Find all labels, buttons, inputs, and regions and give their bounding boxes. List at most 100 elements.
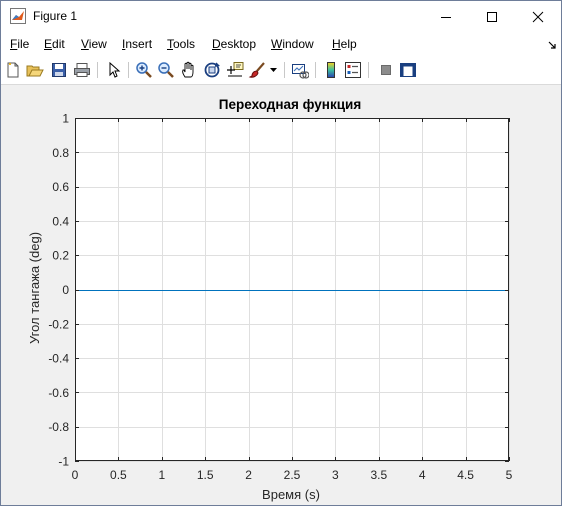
y-tick-labels: 1 0.8 0.6 0.4 0.2 0 -0.2 -0.4 -0.6 -0.8 -1: [48, 112, 69, 469]
save-icon: [52, 63, 66, 77]
legend-icon: [345, 62, 361, 78]
y-tick-label: -0.8: [48, 420, 69, 434]
x-tick-label: 1.5: [197, 468, 214, 482]
colorbar-icon: [327, 62, 335, 78]
insert-colorbar-button[interactable]: [321, 60, 341, 80]
matlab-app-icon: [10, 8, 26, 24]
menu-desktop-mnemonic: D: [212, 37, 221, 51]
x-tick-label: 0.5: [110, 468, 127, 482]
y-tick-label: -0.6: [48, 386, 69, 400]
link-plot-button[interactable]: [290, 60, 310, 80]
maximize-button[interactable]: [469, 1, 515, 32]
menu-view-label: iew: [88, 37, 107, 51]
window-title: Figure 1: [33, 9, 78, 23]
y-tick-label: 0.4: [52, 214, 69, 228]
hide-plot-tools-button[interactable]: [376, 60, 396, 80]
y-tick-label: -1: [58, 455, 69, 469]
menu-file[interactable]: File: [10, 37, 29, 51]
zoom-out-button[interactable]: [156, 60, 176, 80]
plot-title: Переходная функция: [219, 97, 361, 112]
menu-insert-label: nsert: [125, 37, 153, 51]
menu-help[interactable]: Help: [332, 37, 357, 51]
y-tick-label: 1: [62, 112, 69, 126]
x-tick-label: 3: [332, 468, 339, 482]
minimize-icon: [441, 16, 451, 18]
open-file-icon: [26, 65, 44, 77]
x-tick-labels: 0 0.5 1 1.5 2 2.5 3 3.5 4 4.5 5: [72, 468, 513, 482]
menu-window[interactable]: Window: [271, 37, 314, 51]
menu-window-label: indow: [282, 37, 314, 51]
save-button[interactable]: [49, 60, 69, 80]
menu-tools[interactable]: Tools: [167, 37, 195, 51]
new-figure-icon: [7, 62, 19, 78]
menu-desktop-label: esktop: [220, 37, 257, 51]
zoom-in-button[interactable]: [134, 60, 154, 80]
y-tick-label: 0.6: [52, 180, 69, 194]
new-figure-button[interactable]: [3, 60, 23, 80]
toolbar-separator: [128, 62, 129, 78]
x-tick-label: 0: [72, 468, 79, 482]
x-tick-label: 2.5: [284, 468, 301, 482]
y-tick-label: -0.4: [48, 352, 69, 366]
plot-svg[interactable]: Переходная функция 0 0.5 1 1.5 2 2.5 3 3.5 4 4.5 5…: [1, 85, 561, 505]
menu-insert[interactable]: Insert: [122, 37, 152, 51]
brush-button[interactable]: [247, 60, 267, 80]
brush-dropdown[interactable]: [267, 60, 279, 80]
menu-edit-mnemonic: E: [44, 37, 53, 51]
data-cursor-button[interactable]: [225, 60, 245, 80]
print-button[interactable]: [72, 60, 92, 80]
menu-file-label: ile: [17, 37, 30, 51]
show-plot-tools-button[interactable]: [398, 60, 418, 80]
brush-icon: [248, 62, 265, 78]
menu-bar: File Edit View Insert Tools Desktop Wind…: [1, 32, 561, 56]
maximize-icon: [487, 11, 497, 22]
x-tick-label: 5: [506, 468, 513, 482]
chevron-down-icon: [269, 67, 277, 72]
toolbar-separator: [284, 62, 285, 78]
menu-help-label: elp: [340, 37, 357, 51]
x-tick-label: 1: [158, 468, 165, 482]
menu-view[interactable]: View: [81, 37, 107, 51]
menu-edit[interactable]: Edit: [44, 37, 65, 51]
insert-legend-button[interactable]: [343, 60, 363, 80]
zoom-in-icon: [136, 62, 152, 78]
x-tick-label: 2: [245, 468, 252, 482]
edit-plot-button[interactable]: [104, 60, 124, 80]
menu-window-mnemonic: W: [271, 37, 283, 51]
x-axis-label: Время (s): [262, 487, 320, 502]
x-tick-label: 4.5: [457, 468, 474, 482]
rotate-3d-icon: [204, 62, 220, 78]
pan-button[interactable]: [179, 60, 199, 80]
zoom-out-icon: [158, 62, 174, 78]
open-file-button[interactable]: [25, 60, 45, 80]
menu-desktop[interactable]: Desktop: [212, 37, 256, 51]
toolbar-separator: [315, 62, 316, 78]
figure-canvas[interactable]: Переходная функция 0 0.5 1 1.5 2 2.5 3 3.5 4 4.5 5…: [1, 85, 561, 505]
close-icon: [532, 11, 544, 22]
print-icon: [74, 63, 90, 77]
figure-toolbar: [1, 56, 561, 85]
y-tick-label: 0: [62, 283, 69, 297]
y-tick-label: 0.2: [52, 249, 69, 263]
rotate-3d-button[interactable]: [202, 60, 222, 80]
x-tick-label: 3.5: [370, 468, 387, 482]
menu-view-mnemonic: V: [81, 37, 89, 51]
minimize-button[interactable]: [423, 1, 469, 32]
menu-help-mnemonic: H: [332, 37, 341, 51]
x-tick-label: 4: [419, 468, 426, 482]
menu-tools-label: ools: [173, 37, 196, 51]
y-tick-label: 0.8: [52, 146, 69, 160]
y-axis-label: Угол тангажа (deg): [27, 232, 42, 344]
figure-window: Figure 1 File Edit View Insert Tools Des…: [0, 0, 562, 506]
data-cursor-icon: [227, 62, 244, 77]
title-bar[interactable]: Figure 1: [1, 1, 561, 32]
pan-hand-icon: [182, 61, 194, 78]
menu-edit-label: dit: [52, 37, 65, 51]
link-plot-icon: [292, 64, 309, 79]
edit-plot-arrow-icon: [109, 62, 121, 78]
hide-plot-tools-icon: [381, 65, 391, 75]
dock-arrow-icon[interactable]: [548, 41, 557, 50]
close-button[interactable]: [515, 1, 561, 32]
toolbar-separator: [97, 62, 98, 78]
y-tick-label: -0.2: [48, 317, 69, 331]
